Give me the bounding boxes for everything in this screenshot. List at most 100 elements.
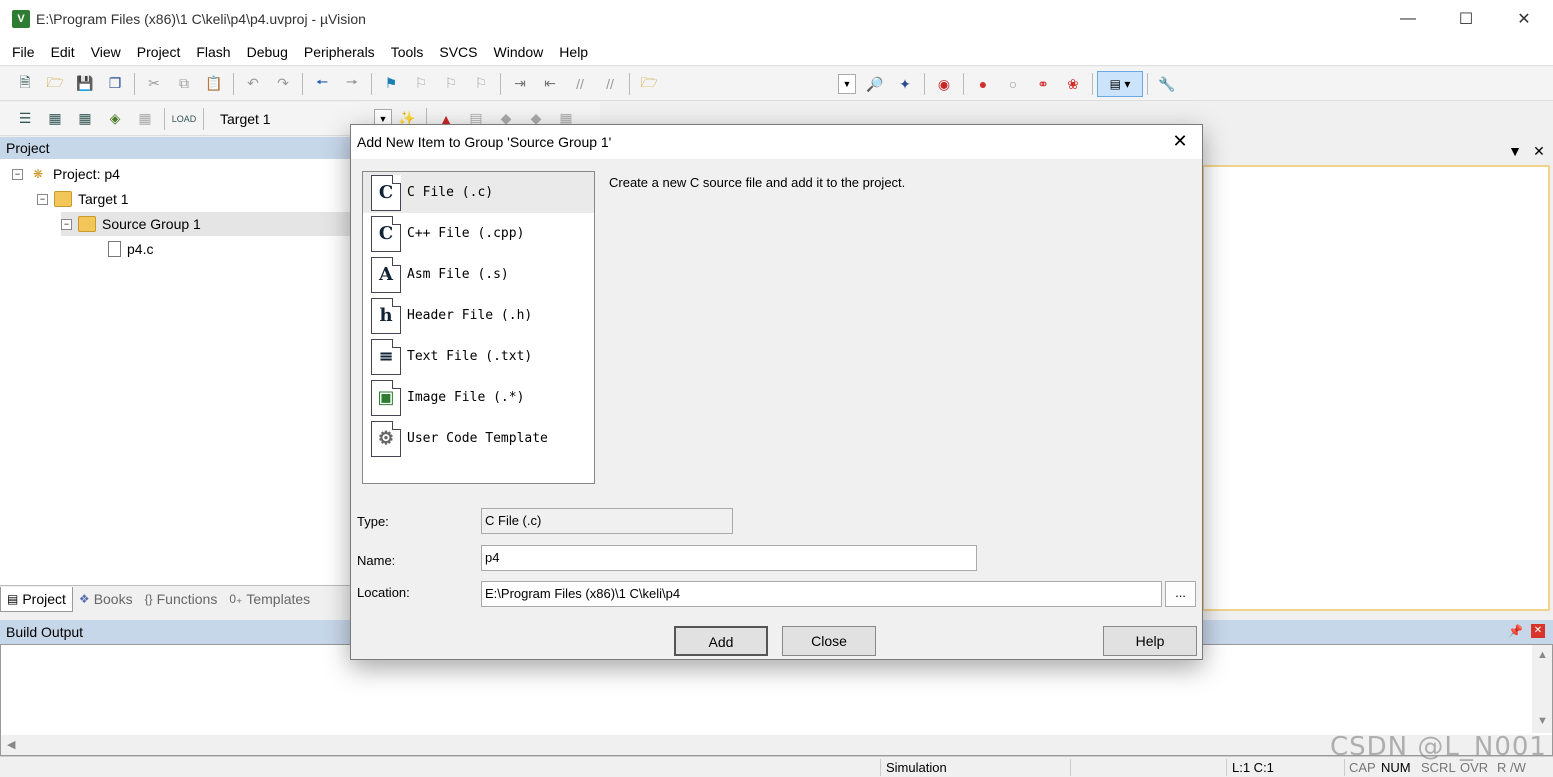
location-input[interactable]: E:\Program Files (x86)\1 C\keli\p4 [481, 581, 1162, 607]
tab-label: Templates [246, 591, 311, 607]
build-output-body[interactable]: ▲ ▼ ◀ [0, 644, 1553, 756]
menu-peripherals[interactable]: Peripherals [296, 38, 383, 66]
location-label: Location: [357, 585, 410, 600]
build-icon[interactable]: ▦ [43, 107, 67, 131]
help-button[interactable]: Help [1103, 626, 1197, 656]
add-new-item-dialog: Add New Item to Group 'Source Group 1' ✕… [350, 124, 1203, 660]
download-load-icon[interactable]: LOAD [172, 107, 197, 131]
find-dropdown-chevron-down-icon[interactable]: ▼ [838, 74, 856, 94]
status-scrl: SCRL [1421, 760, 1456, 775]
window-layout-icon[interactable]: ▤ ▾ [1097, 71, 1143, 97]
next-bookmark-icon[interactable]: ⚐ [439, 72, 463, 96]
list-item-cpp-file[interactable]: C C++ File (.cpp) [363, 213, 594, 254]
insert-breakpoint-icon[interactable]: ● [971, 72, 995, 96]
collapse-icon[interactable]: − [37, 193, 48, 205]
toolbar-separator [629, 72, 630, 95]
find-icon[interactable]: 🔎 [863, 72, 887, 96]
tree-node-source-group[interactable]: − Source Group 1 [61, 212, 352, 236]
uncomment-icon[interactable]: // [598, 72, 622, 96]
open-folder-icon[interactable]: 🗁 [43, 72, 67, 96]
disable-breakpoints-icon[interactable]: ⚭ [1031, 72, 1055, 96]
stop-build-icon[interactable]: ▦ [133, 107, 157, 131]
copy-icon[interactable]: ⧉ [172, 72, 196, 96]
name-label: Name: [357, 553, 396, 568]
tree-node-file[interactable]: p4.c [108, 237, 153, 261]
add-button[interactable]: Add [674, 626, 768, 656]
indent-icon[interactable]: ⇥ [508, 72, 532, 96]
close-panel-icon[interactable]: ✕ [1531, 624, 1545, 638]
collapse-icon[interactable]: − [12, 168, 23, 180]
list-item-asm-file[interactable]: A Asm File (.s) [363, 254, 594, 295]
start-debug-icon[interactable]: ◉ [932, 72, 956, 96]
close-icon[interactable]: ✕ [1495, 0, 1553, 38]
bookmark-icon[interactable]: ⚑ [379, 72, 403, 96]
menu-debug[interactable]: Debug [239, 38, 296, 66]
toolbar-separator [1092, 73, 1093, 95]
menu-view[interactable]: View [83, 38, 129, 66]
file-toolbar: 🗎 🗁 💾 ❐ ✂ ⧉ 📋 ↶ ↷ 🠔 🠖 ⚑ ⚐ ⚐ ⚐ ⇥ ⇤ // // … [0, 67, 1553, 101]
editor-area[interactable] [1202, 165, 1550, 611]
save-all-icon[interactable]: ❐ [103, 72, 127, 96]
find-in-files-icon[interactable]: 🗁 [637, 72, 661, 96]
comment-icon[interactable]: // [568, 72, 592, 96]
redo-icon[interactable]: ↷ [271, 72, 295, 96]
tab-label: Functions [156, 591, 218, 607]
tab-project[interactable]: ▤ Project [0, 586, 73, 612]
tab-books[interactable]: ❖ Books [73, 587, 139, 612]
unindent-icon[interactable]: ⇤ [538, 72, 562, 96]
enable-breakpoint-icon[interactable]: ○ [1001, 72, 1025, 96]
scroll-up-icon[interactable]: ▲ [1537, 649, 1548, 661]
menu-help[interactable]: Help [551, 38, 596, 66]
list-item-text-file[interactable]: ≡ Text File (.txt) [363, 336, 594, 377]
minimize-icon[interactable]: — [1379, 0, 1437, 38]
menu-project[interactable]: Project [129, 38, 189, 66]
name-input[interactable]: p4 [481, 545, 977, 571]
cut-icon[interactable]: ✂ [142, 72, 166, 96]
collapse-icon[interactable]: − [61, 218, 72, 230]
prev-bookmark-icon[interactable]: ⚐ [409, 72, 433, 96]
list-item-image-file[interactable]: ▣ Image File (.*) [363, 377, 594, 418]
menu-file[interactable]: File [4, 38, 43, 66]
incremental-find-icon[interactable]: ✦ [893, 72, 917, 96]
books-icon: ❖ [78, 592, 90, 606]
menu-svcs[interactable]: SVCS [431, 38, 485, 66]
paste-icon[interactable]: 📋 [202, 72, 226, 96]
menu-window[interactable]: Window [486, 38, 552, 66]
close-button[interactable]: Close [782, 626, 876, 656]
file-type-list: C C File (.c) C C++ File (.cpp) A Asm Fi… [362, 171, 595, 484]
undo-icon[interactable]: ↶ [241, 72, 265, 96]
clear-bookmarks-icon[interactable]: ⚐ [469, 72, 493, 96]
kill-breakpoints-icon[interactable]: ❀ [1061, 72, 1085, 96]
menu-tools[interactable]: Tools [383, 38, 432, 66]
save-icon[interactable]: 💾 [73, 72, 97, 96]
tab-templates[interactable]: 0₊ Templates [223, 587, 316, 612]
list-item-c-file[interactable]: C C File (.c) [363, 172, 594, 213]
vertical-scrollbar[interactable]: ▲ ▼ [1532, 645, 1552, 733]
list-item-user-code-template[interactable]: ⚙ User Code Template [363, 418, 594, 459]
dialog-close-icon[interactable]: ✕ [1168, 131, 1192, 152]
pin-icon[interactable]: 📌 [1508, 624, 1523, 638]
configure-wrench-icon[interactable]: 🔧 [1155, 72, 1179, 96]
horizontal-scrollbar[interactable]: ◀ [1, 735, 1552, 755]
new-file-icon[interactable]: 🗎 [13, 72, 37, 96]
batch-build-icon[interactable]: ◈ [103, 107, 127, 131]
maximize-icon[interactable]: ☐ [1437, 0, 1495, 38]
rebuild-icon[interactable]: ▦ [73, 107, 97, 131]
toolbar-separator [302, 72, 303, 95]
navigate-back-icon[interactable]: 🠔 [310, 72, 334, 96]
navigate-forward-icon[interactable]: 🠖 [340, 72, 364, 96]
tree-node-project[interactable]: − ❋ Project: p4 [12, 162, 120, 186]
menu-flash[interactable]: Flash [188, 38, 238, 66]
tab-list-chevron-down-icon[interactable]: ▼ [1505, 143, 1525, 159]
translate-icon[interactable]: ☰ [13, 107, 37, 131]
tab-functions[interactable]: {} Functions [139, 587, 224, 612]
scroll-left-icon[interactable]: ◀ [7, 738, 15, 751]
type-field: C File (.c) [481, 508, 733, 534]
close-editor-icon[interactable]: ✕ [1529, 143, 1549, 160]
list-item-header-file[interactable]: h Header File (.h) [363, 295, 594, 336]
menu-edit[interactable]: Edit [43, 38, 83, 66]
browse-button[interactable]: ... [1165, 581, 1196, 607]
tree-node-target[interactable]: − Target 1 [37, 187, 129, 211]
scroll-down-icon[interactable]: ▼ [1537, 715, 1548, 727]
watermark: CSDN @L_N001 [1330, 732, 1547, 762]
